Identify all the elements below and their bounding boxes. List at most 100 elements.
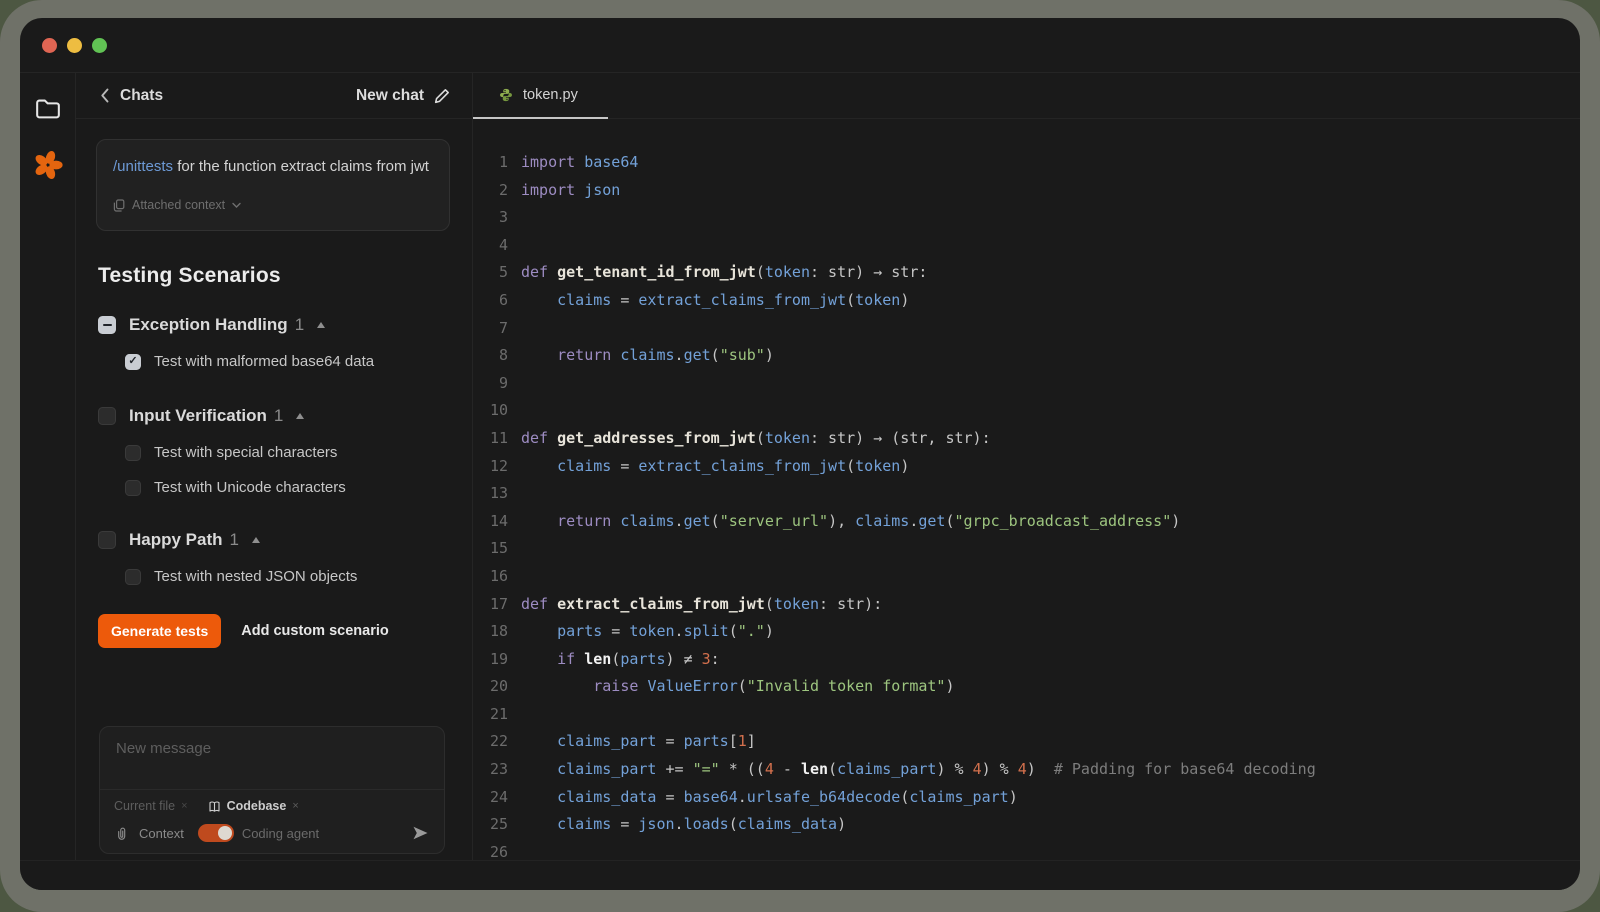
back-to-chats-button[interactable]: Chats xyxy=(100,87,163,105)
app-window: Chats New chat /unittests for the functi… xyxy=(20,18,1580,890)
scenario-groups: Exception Handling 1 Test with malformed… xyxy=(96,288,450,585)
item-checkbox[interactable] xyxy=(125,480,141,496)
collapse-caret-icon[interactable] xyxy=(317,322,325,328)
code-line[interactable]: 18 parts = token.split(".") xyxy=(473,618,1580,646)
item-checkbox[interactable] xyxy=(125,445,141,461)
group-checkbox[interactable] xyxy=(98,407,116,425)
scenario-item[interactable]: Test with special characters xyxy=(125,444,450,461)
chip-label: Current file xyxy=(114,799,175,813)
code-line[interactable]: 13 xyxy=(473,480,1580,508)
paperclip-icon[interactable] xyxy=(114,825,129,841)
titlebar xyxy=(20,18,1580,72)
code-line[interactable]: 10 xyxy=(473,397,1580,425)
code-line[interactable]: 8 return claims.get("sub") xyxy=(473,342,1580,370)
code-line[interactable]: 15 xyxy=(473,535,1580,563)
item-checkbox[interactable] xyxy=(125,354,141,370)
scenario-item[interactable]: Test with malformed base64 data xyxy=(125,353,450,370)
user-prompt-card[interactable]: /unittests for the function extract clai… xyxy=(96,139,450,231)
line-number: 12 xyxy=(473,453,521,481)
main-area: Chats New chat /unittests for the functi… xyxy=(20,72,1580,860)
code-line[interactable]: 2import json xyxy=(473,177,1580,205)
code-line[interactable]: 16 xyxy=(473,563,1580,591)
group-checkbox[interactable] xyxy=(98,316,116,334)
line-content: claims_data = base64.urlsafe_b64decode(c… xyxy=(521,784,1018,812)
chats-title: Chats xyxy=(120,87,163,105)
generate-tests-button[interactable]: Generate tests xyxy=(98,614,221,648)
agent-flower-icon xyxy=(33,150,63,180)
agent-panel-button[interactable] xyxy=(32,149,64,181)
group-checkbox[interactable] xyxy=(98,531,116,549)
new-chat-label: New chat xyxy=(356,87,424,105)
code-line[interactable]: 17def extract_claims_from_jwt(token: str… xyxy=(473,591,1580,619)
line-content: claims_part += "=" * ((4 - len(claims_pa… xyxy=(521,756,1316,784)
remove-chip-icon[interactable]: × xyxy=(292,800,298,812)
new-message-input[interactable]: New message xyxy=(100,727,444,789)
minimize-window-button[interactable] xyxy=(67,38,82,53)
code-line[interactable]: 9 xyxy=(473,370,1580,398)
new-chat-button[interactable]: New chat xyxy=(356,87,450,105)
close-window-button[interactable] xyxy=(42,38,57,53)
page-title: Testing Scenarios xyxy=(98,264,450,288)
code-line[interactable]: 5def get_tenant_id_from_jwt(token: str) … xyxy=(473,259,1580,287)
status-bar xyxy=(20,860,1580,890)
collapse-caret-icon[interactable] xyxy=(252,537,260,543)
chat-header: Chats New chat xyxy=(76,73,472,119)
code-line[interactable]: 25 claims = json.loads(claims_data) xyxy=(473,811,1580,839)
chip-label: Codebase xyxy=(227,799,287,813)
scenario-group-header[interactable]: Exception Handling 1 xyxy=(98,315,450,335)
line-number: 5 xyxy=(473,259,521,287)
line-number: 19 xyxy=(473,646,521,674)
attached-context-toggle[interactable]: Attached context xyxy=(113,194,433,217)
coding-agent-label: Coding agent xyxy=(242,826,319,841)
code-line[interactable]: 1import base64 xyxy=(473,149,1580,177)
scenario-group-exception-handling: Exception Handling 1 Test with malformed… xyxy=(96,315,450,370)
line-number: 20 xyxy=(473,673,521,701)
code-line[interactable]: 14 return claims.get("server_url"), clai… xyxy=(473,508,1580,536)
tab-token-py[interactable]: token.py xyxy=(473,73,608,119)
code-line[interactable]: 21 xyxy=(473,701,1580,729)
item-checkbox[interactable] xyxy=(125,569,141,585)
scenario-item[interactable]: Test with Unicode characters xyxy=(125,479,450,496)
line-number: 17 xyxy=(473,591,521,619)
line-number: 16 xyxy=(473,563,521,591)
add-custom-scenario-button[interactable]: Add custom scenario xyxy=(241,623,388,639)
code-line[interactable]: 4 xyxy=(473,232,1580,260)
code-line[interactable]: 20 raise ValueError("Invalid token forma… xyxy=(473,673,1580,701)
line-number: 9 xyxy=(473,370,521,398)
code-line[interactable]: 19 if len(parts) ≠ 3: xyxy=(473,646,1580,674)
line-content: def get_addresses_from_jwt(token: str) →… xyxy=(521,425,991,453)
line-content: return claims.get("server_url"), claims.… xyxy=(521,508,1180,536)
scenario-group-header[interactable]: Happy Path 1 xyxy=(98,530,450,550)
scenario-group-header[interactable]: Input Verification 1 xyxy=(98,406,450,426)
code-line[interactable]: 6 claims = extract_claims_from_jwt(token… xyxy=(473,287,1580,315)
scenario-item[interactable]: Test with nested JSON objects xyxy=(125,568,450,585)
context-chip-current-file[interactable]: Current file × xyxy=(114,799,188,813)
code-line[interactable]: 26 xyxy=(473,839,1580,860)
line-number: 2 xyxy=(473,177,521,205)
coding-agent-toggle[interactable] xyxy=(198,824,234,842)
code-line[interactable]: 7 xyxy=(473,315,1580,343)
code-line[interactable]: 23 claims_part += "=" * ((4 - len(claims… xyxy=(473,756,1580,784)
code-line[interactable]: 3 xyxy=(473,204,1580,232)
zoom-window-button[interactable] xyxy=(92,38,107,53)
line-number: 6 xyxy=(473,287,521,315)
context-chip-codebase[interactable]: Codebase × xyxy=(208,799,299,813)
composer-toolbar: Context Coding agent xyxy=(100,815,444,853)
chat-scroll-area: /unittests for the function extract clai… xyxy=(76,119,472,860)
code-line[interactable]: 24 claims_data = base64.urlsafe_b64decod… xyxy=(473,784,1580,812)
code-line[interactable]: 22 claims_part = parts[1] xyxy=(473,728,1580,756)
line-number: 14 xyxy=(473,508,521,536)
line-number: 4 xyxy=(473,232,521,260)
group-count: 1 xyxy=(274,406,283,426)
remove-chip-icon[interactable]: × xyxy=(181,800,187,812)
line-number: 10 xyxy=(473,397,521,425)
code-line[interactable]: 12 claims = extract_claims_from_jwt(toke… xyxy=(473,453,1580,481)
code-editor[interactable]: 1import base642import json345def get_ten… xyxy=(473,119,1580,860)
send-message-button[interactable] xyxy=(412,825,429,841)
code-line[interactable]: 11def get_addresses_from_jwt(token: str)… xyxy=(473,425,1580,453)
collapse-caret-icon[interactable] xyxy=(296,413,304,419)
line-number: 8 xyxy=(473,342,521,370)
copy-icon xyxy=(113,199,125,212)
line-number: 23 xyxy=(473,756,521,784)
project-files-button[interactable] xyxy=(32,93,64,125)
